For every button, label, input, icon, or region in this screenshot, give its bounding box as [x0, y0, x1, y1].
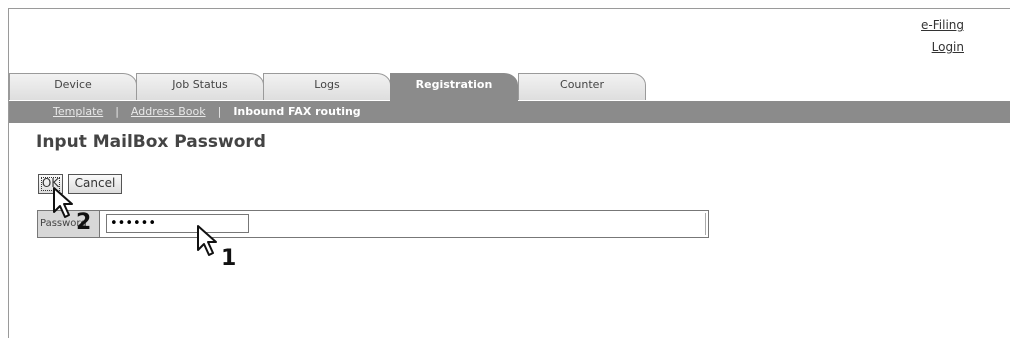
sub-navigation: Template | Address Book | Inbound FAX routin… — [9, 101, 1010, 123]
top-links: e-Filing Login — [921, 14, 964, 58]
subnav-inbound-fax-routing[interactable]: Inbound FAX routing — [233, 101, 360, 123]
tab-counter[interactable]: Counter — [518, 73, 646, 100]
tab-logs[interactable]: Logs — [263, 73, 391, 100]
tab-registration[interactable]: Registration — [390, 73, 518, 101]
mouse-pointer-icon — [197, 225, 217, 256]
subnav-separator: | — [115, 105, 119, 118]
subnav-separator: | — [217, 105, 222, 118]
tab-job-status[interactable]: Job Status — [136, 73, 264, 100]
step-number-2: 2 — [76, 210, 92, 235]
efiling-link[interactable]: e-Filing — [921, 14, 964, 36]
main-tabs: Device Job Status Logs Registration Coun… — [9, 73, 1010, 101]
login-link[interactable]: Login — [921, 36, 964, 58]
step-number-1: 1 — [221, 246, 237, 271]
subnav-address-book-link[interactable]: Address Book — [131, 101, 206, 123]
mouse-pointer-icon — [53, 187, 73, 218]
page-frame — [8, 8, 1010, 338]
tab-device[interactable]: Device — [9, 73, 137, 100]
password-row: Password — [37, 210, 709, 238]
password-input[interactable] — [106, 214, 249, 233]
subnav-template-link[interactable]: Template — [53, 101, 103, 123]
page-title: Input MailBox Password — [36, 132, 266, 152]
